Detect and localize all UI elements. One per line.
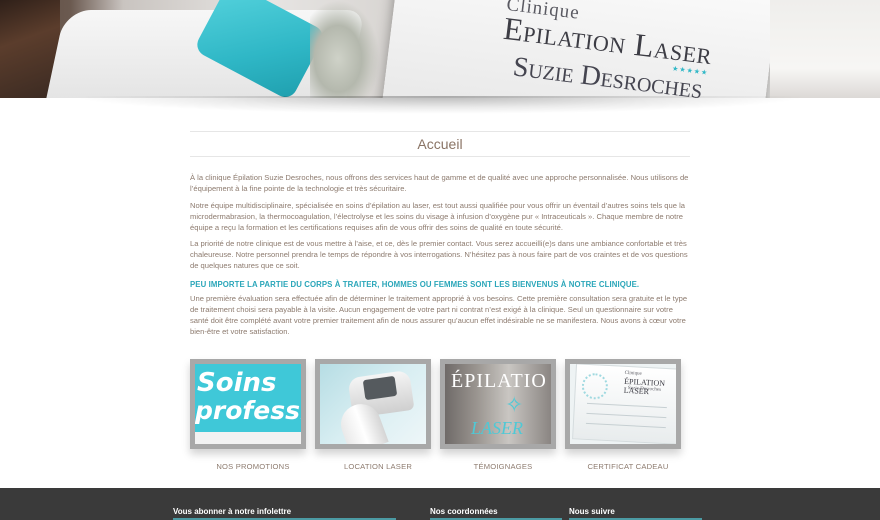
tile-temoignages[interactable]: ÉPILATIO ✧ LASER xyxy=(440,359,556,449)
footer: Vous abonner à notre infolettre Nos coor… xyxy=(0,488,880,520)
certificate-paper: Clinique ÉPILATION LASER Suzie Desroches xyxy=(572,364,676,444)
priority-paragraph: La priorité de notre clinique est de vou… xyxy=(190,239,688,270)
figure-icon: ✧ xyxy=(505,392,524,417)
swirl-decoration-icon xyxy=(581,372,609,400)
temoignages-image-text-1: ÉPILATIO xyxy=(451,370,547,392)
team-paragraph: Notre équipe multidisciplinaire, spécial… xyxy=(190,201,686,232)
tile-temoignages-link[interactable]: TÉMOIGNAGES xyxy=(445,462,561,471)
tile-promotions-link[interactable]: NOS PROMOTIONS xyxy=(195,462,311,471)
tile-location-laser-link[interactable]: LOCATION LASER xyxy=(320,462,436,471)
evaluation-paragraph: Une première évaluation sera effectuée a… xyxy=(190,294,688,336)
hero-shadow xyxy=(70,96,810,114)
tile-certificat-cadeau[interactable]: Clinique ÉPILATION LASER Suzie Desroches xyxy=(565,359,681,449)
hero-banner: Clinique Epilation Laser ★★★★★ Suzie Des… xyxy=(0,0,880,98)
promotions-image-strip xyxy=(195,432,301,444)
temoignages-image: ÉPILATIO ✧ LASER xyxy=(445,364,551,444)
promotions-image-text-1: Soins xyxy=(197,368,277,398)
promotions-image: Soins professi xyxy=(195,364,301,444)
certificate-text-1: Clinique xyxy=(624,370,642,377)
footer-newsletter-heading: Vous abonner à notre infolettre xyxy=(173,507,292,516)
page-title: Accueil xyxy=(417,136,463,152)
page-title-bar: Accueil xyxy=(190,131,690,157)
main-content: Accueil À la clinique Épilation Suzie De… xyxy=(190,131,690,336)
promotions-image-text-2: professi xyxy=(195,396,301,425)
laser-device-image xyxy=(320,364,426,444)
hero-leaf-decoration xyxy=(310,0,380,98)
hero-room-background xyxy=(770,0,880,98)
tile-promotions[interactable]: Soins professi xyxy=(190,359,306,449)
temoignages-image-text-2: LASER xyxy=(471,418,523,438)
tile-certificat-cadeau-link[interactable]: CERTIFICAT CADEAU xyxy=(570,462,686,471)
footer-follow-heading: Nous suivre xyxy=(569,507,615,516)
certificate-line xyxy=(585,422,666,429)
certificate-line xyxy=(586,412,667,419)
tile-location-laser[interactable] xyxy=(315,359,431,449)
footer-contact-heading: Nos coordonnées xyxy=(430,507,498,516)
intro-paragraph: À la clinique Épilation Suzie Desroches,… xyxy=(190,173,689,193)
gift-certificate-image: Clinique ÉPILATION LASER Suzie Desroches xyxy=(570,364,676,444)
highlight-heading: PEU IMPORTE LA PARTIE DU CORPS À TRAITER… xyxy=(190,280,640,289)
certificate-line xyxy=(586,402,667,409)
